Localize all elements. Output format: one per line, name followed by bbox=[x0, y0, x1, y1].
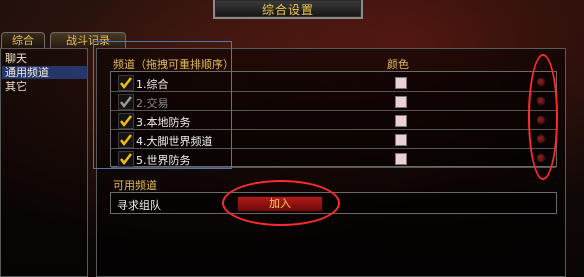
annotation-circle-join bbox=[222, 180, 340, 226]
channel-color-swatch[interactable] bbox=[395, 153, 407, 165]
annotation-circle-handles bbox=[528, 54, 558, 180]
available-channels-header: 可用频道 bbox=[113, 179, 157, 192]
channel-color-swatch[interactable] bbox=[395, 77, 407, 89]
channel-color-swatch[interactable] bbox=[395, 96, 407, 108]
category-general-channels[interactable]: 通用频道 bbox=[5, 66, 49, 80]
category-other[interactable]: 其它 bbox=[5, 80, 27, 94]
channel-color-swatch[interactable] bbox=[395, 134, 407, 146]
category-list: 聊天 通用频道 其它 bbox=[0, 48, 88, 277]
available-channel-name: 寻求组队 bbox=[117, 199, 161, 212]
highlight-outline bbox=[93, 41, 232, 169]
tab-general[interactable]: 综合 bbox=[1, 32, 45, 49]
window-title: 综合设置 bbox=[261, 3, 314, 17]
window-title-plate: 综合设置 bbox=[213, 0, 363, 19]
tab-general-label: 综合 bbox=[12, 34, 34, 47]
color-header: 颜色 bbox=[387, 58, 409, 71]
channel-color-swatch[interactable] bbox=[395, 115, 407, 127]
category-chat[interactable]: 聊天 bbox=[5, 52, 27, 66]
